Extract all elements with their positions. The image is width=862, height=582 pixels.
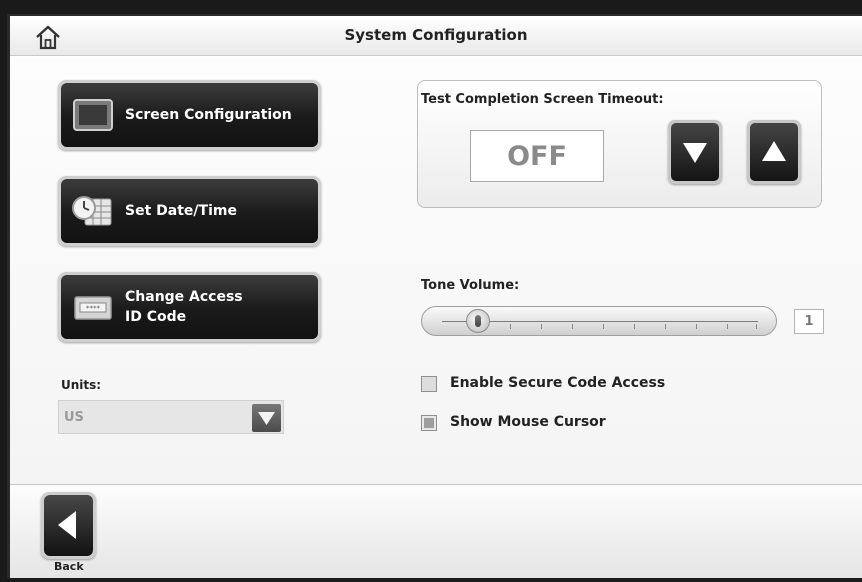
units-value: US: [64, 410, 84, 425]
arrow-down-icon: [683, 143, 707, 163]
slider-tick: [510, 324, 511, 329]
keypad-icon: ****: [74, 296, 112, 320]
timeout-decrease-button[interactable]: [668, 120, 722, 184]
tone-volume-value: 1: [794, 309, 824, 334]
title-bar: System Configuration: [10, 16, 862, 56]
set-date-time-label: Set Date/Time: [125, 203, 237, 219]
clock-calendar-icon: [72, 196, 112, 226]
units-label: Units:: [61, 378, 102, 392]
slider-tick: [696, 324, 697, 329]
slider-tick: [572, 324, 573, 329]
tone-volume-slider[interactable]: [421, 306, 777, 336]
timeout-value-display: OFF: [470, 130, 604, 182]
chevron-down-icon[interactable]: [252, 404, 281, 432]
mouse-cursor-label[interactable]: Show Mouse Cursor: [450, 414, 606, 430]
mouse-cursor-checkbox[interactable]: [421, 415, 437, 431]
change-access-line2: ID Code: [125, 309, 187, 325]
slider-tick: [665, 324, 666, 329]
slider-tick: [603, 324, 604, 329]
secure-code-checkbox[interactable]: [421, 376, 437, 392]
slider-tick: [727, 324, 728, 329]
timeout-label: Test Completion Screen Timeout:: [421, 92, 664, 107]
app-window: System Configuration Screen Configuratio…: [7, 14, 862, 578]
timeout-value: OFF: [507, 141, 567, 172]
tone-volume-label: Tone Volume:: [421, 278, 520, 293]
change-access-id-code-button[interactable]: **** Change Access ID Code: [58, 272, 321, 342]
secure-code-label[interactable]: Enable Secure Code Access: [450, 375, 665, 391]
screen-configuration-label: Screen Configuration: [125, 107, 292, 123]
arrow-up-icon: [762, 141, 786, 161]
units-select[interactable]: US: [58, 400, 284, 434]
monitor-icon: [73, 99, 113, 131]
slider-tick: [634, 324, 635, 329]
back-button[interactable]: [41, 492, 96, 559]
back-label: Back: [54, 560, 84, 573]
svg-text:****: ****: [86, 305, 101, 313]
change-access-label: Change Access ID Code: [125, 275, 243, 339]
change-access-line1: Change Access: [125, 289, 243, 305]
page-title: System Configuration: [344, 26, 528, 44]
set-date-time-button[interactable]: Set Date/Time: [58, 176, 321, 246]
screen-configuration-button[interactable]: Screen Configuration: [58, 80, 321, 150]
back-arrow-icon: [58, 511, 76, 539]
bottom-bar: [10, 484, 862, 578]
slider-tick: [756, 324, 757, 329]
timeout-increase-button[interactable]: [747, 120, 801, 184]
slider-thumb[interactable]: [466, 309, 490, 333]
slider-tick: [541, 324, 542, 329]
